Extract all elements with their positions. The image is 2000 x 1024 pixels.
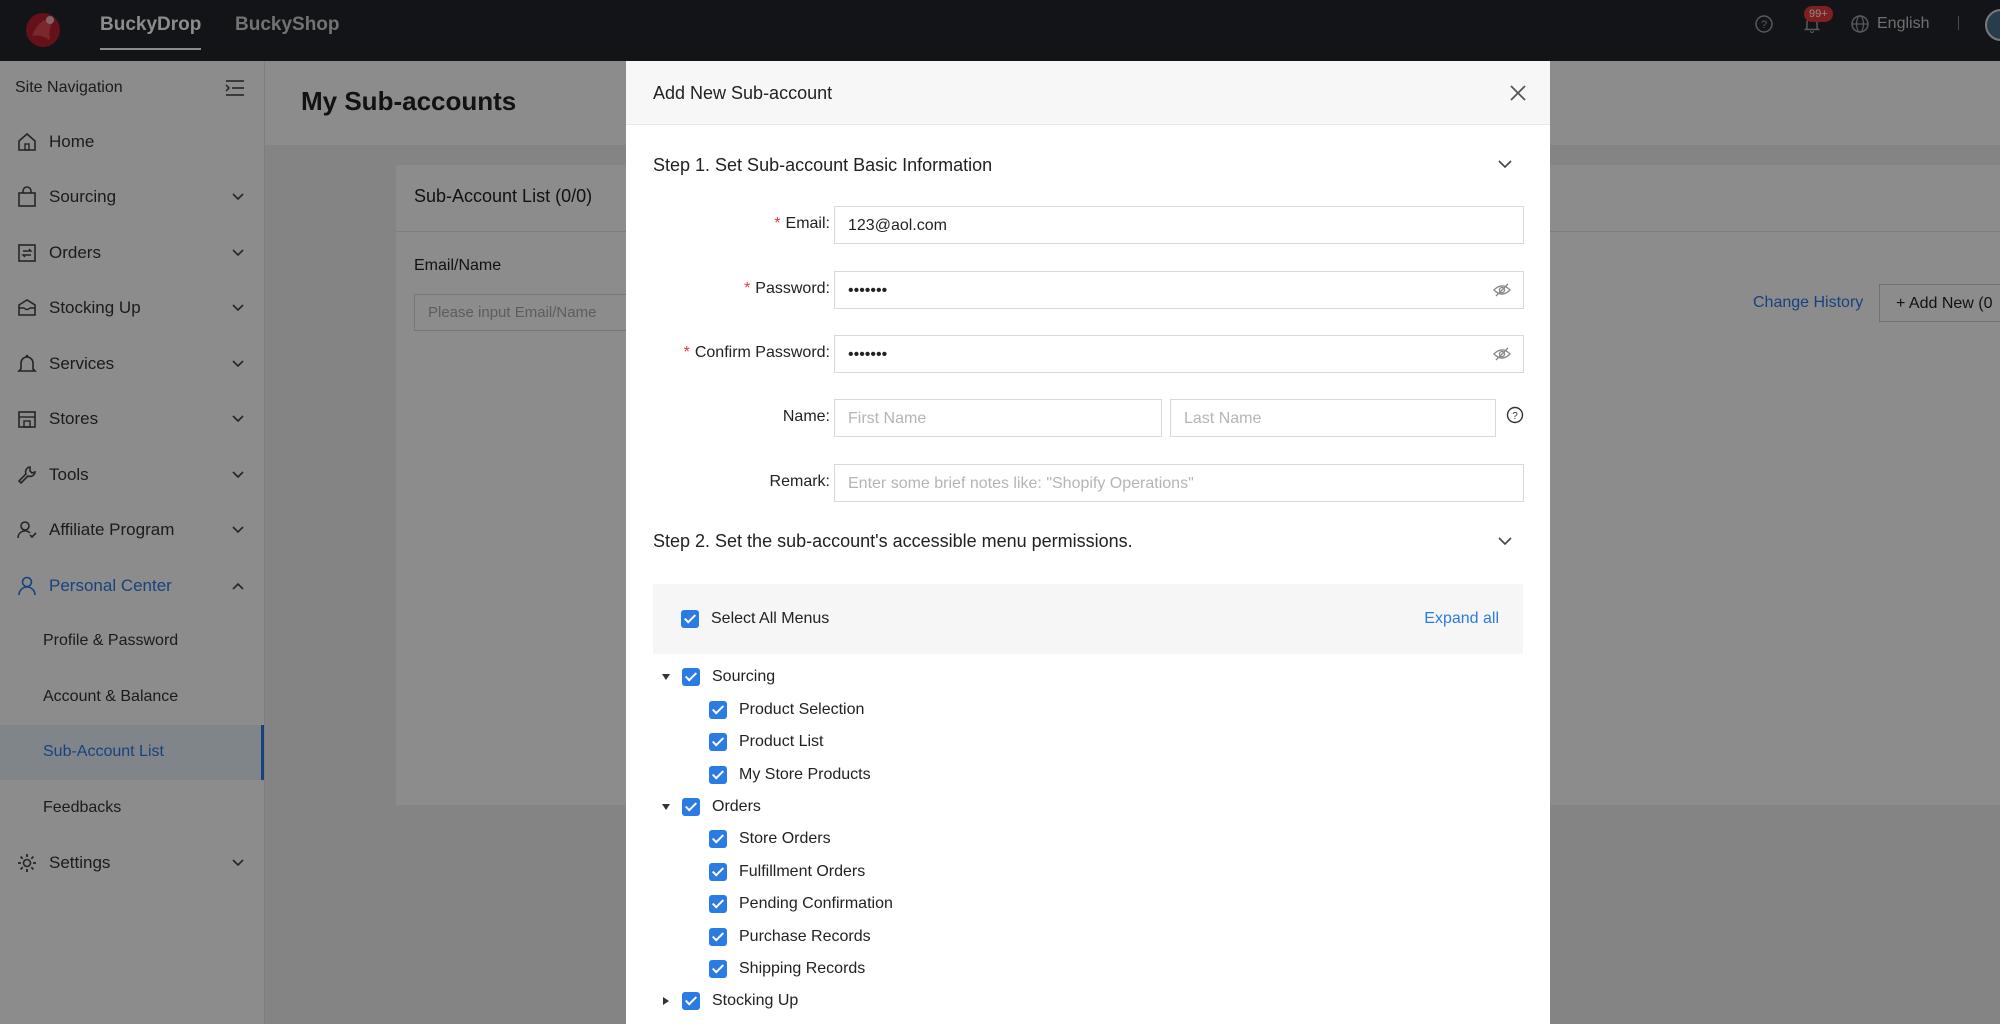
tree-leaf[interactable]: Product List — [709, 730, 823, 754]
confirm-password-row: * Confirm Password: ••••••• — [626, 335, 1550, 373]
checkbox-checked[interactable] — [709, 766, 727, 784]
chevron-down-icon[interactable] — [1498, 536, 1512, 546]
expand-all-link[interactable]: Expand all — [1424, 610, 1499, 628]
tree-leaf-label: Pending Confirmation — [739, 895, 893, 912]
confirm-password-field[interactable]: ••••••• — [834, 335, 1524, 373]
password-field[interactable]: ••••••• — [834, 271, 1524, 309]
tree-node-sourcing[interactable]: Sourcing — [659, 665, 775, 689]
password-value: ••••••• — [848, 282, 888, 299]
password-row: * Password: ••••••• — [626, 271, 1550, 309]
select-all-label: Select All Menus — [711, 610, 830, 627]
checkbox-checked[interactable] — [681, 610, 699, 628]
chevron-down-icon[interactable] — [1498, 159, 1512, 169]
tree-leaf-label: Store Orders — [739, 830, 831, 847]
tree-leaf-label: Product Selection — [739, 701, 865, 718]
caret-down-icon[interactable] — [659, 800, 673, 814]
tree-node-label: Stocking Up — [712, 992, 799, 1009]
step1-title: Step 1. Set Sub-account Basic Informatio… — [653, 155, 993, 175]
remark-row: Remark: Enter some brief notes like: "Sh… — [626, 464, 1550, 502]
checkbox-checked[interactable] — [709, 895, 727, 913]
modal-header: Add New Sub-account — [626, 61, 1550, 125]
last-name-field[interactable]: Last Name — [1170, 399, 1496, 437]
select-all-checkbox-row[interactable]: Select All Menus — [681, 607, 829, 631]
tree-leaf-label: Fulfillment Orders — [739, 863, 866, 880]
select-all-panel: Select All Menus Expand all — [653, 584, 1523, 654]
remark-label: Remark: — [769, 473, 830, 490]
help-icon[interactable]: ? — [1506, 406, 1524, 424]
tree-node-orders[interactable]: Orders — [659, 795, 761, 819]
checkbox-checked[interactable] — [709, 863, 727, 881]
confirm-password-label: * Confirm Password: — [683, 344, 830, 361]
tree-leaf-label: Product List — [739, 733, 824, 750]
tree-leaf-label: My Store Products — [739, 766, 871, 783]
email-label: * Email: — [774, 215, 830, 232]
checkbox-checked[interactable] — [682, 992, 700, 1010]
remark-field[interactable]: Enter some brief notes like: "Shopify Op… — [834, 464, 1524, 502]
tree-leaf-label: Purchase Records — [739, 928, 871, 945]
checkbox-checked[interactable] — [709, 701, 727, 719]
checkbox-checked[interactable] — [709, 830, 727, 848]
step2-title: Step 2. Set the sub-account's accessible… — [653, 531, 1133, 551]
tree-leaf[interactable]: Product Selection — [709, 698, 864, 722]
caret-down-icon[interactable] — [659, 670, 673, 684]
tree-leaf[interactable]: Purchase Records — [709, 925, 871, 949]
modal-title: Add New Sub-account — [653, 83, 833, 103]
tree-leaf[interactable]: My Store Products — [709, 763, 871, 787]
first-name-field[interactable]: First Name — [834, 399, 1162, 437]
name-label: Name: — [782, 408, 830, 425]
checkbox-checked[interactable] — [709, 960, 727, 978]
email-field[interactable]: 123@aol.com — [834, 206, 1524, 244]
checkbox-checked[interactable] — [709, 733, 727, 751]
tree-node-label: Orders — [712, 798, 761, 815]
svg-text:?: ? — [1512, 411, 1518, 422]
caret-right-icon[interactable] — [659, 994, 673, 1008]
checkbox-checked[interactable] — [682, 668, 700, 686]
tree-leaf-label: Shipping Records — [739, 960, 866, 977]
tree-leaf[interactable]: Shipping Records — [709, 957, 865, 981]
tree-node-label: Sourcing — [712, 668, 776, 685]
checkbox-checked[interactable] — [682, 798, 700, 816]
tree-node-stocking-up[interactable]: Stocking Up — [659, 989, 798, 1013]
eye-hidden-icon[interactable] — [1493, 282, 1511, 298]
checkbox-checked[interactable] — [709, 928, 727, 946]
tree-leaf[interactable]: Pending Confirmation — [709, 892, 893, 916]
email-row: * Email: 123@aol.com — [626, 206, 1550, 244]
confirm-password-value: ••••••• — [848, 346, 888, 363]
close-icon[interactable] — [1508, 83, 1528, 103]
password-label: * Password: — [744, 280, 830, 297]
tree-leaf[interactable]: Store Orders — [709, 827, 831, 851]
tree-leaf[interactable]: Fulfillment Orders — [709, 860, 865, 884]
name-row: Name: First Name Last Name ? — [626, 399, 1550, 437]
eye-hidden-icon[interactable] — [1493, 346, 1511, 362]
add-sub-account-modal: Add New Sub-account Step 1. Set Sub-acco… — [626, 61, 1550, 1024]
